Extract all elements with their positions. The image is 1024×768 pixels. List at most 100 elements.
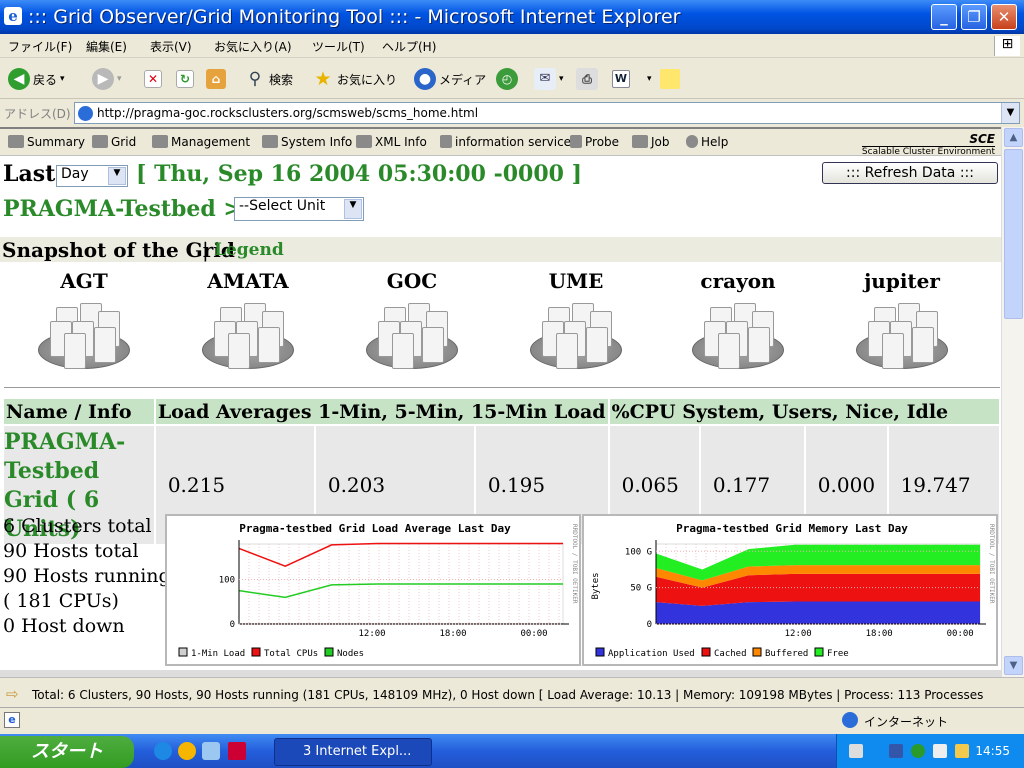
legend-swatch bbox=[752, 647, 762, 657]
x-tick-label: 00:00 bbox=[947, 629, 974, 639]
nav-information-service[interactable]: information service bbox=[440, 135, 571, 149]
cluster-name: AGT bbox=[60, 269, 108, 293]
nav-management[interactable]: Management bbox=[152, 135, 250, 149]
nav-grid-label: Grid bbox=[111, 135, 137, 149]
taskbar-ie-item[interactable]: 3 Internet Expl... bbox=[274, 738, 432, 766]
mail-button[interactable]: ✉ ▾ bbox=[534, 67, 564, 91]
mail-dropdown-icon[interactable]: ▾ bbox=[559, 74, 564, 84]
nav-xml-info[interactable]: XML Info bbox=[356, 135, 427, 149]
nav-summary-label: Summary bbox=[27, 135, 85, 149]
cluster-goc[interactable]: GOC bbox=[342, 269, 482, 373]
nav-grid[interactable]: Grid bbox=[92, 135, 136, 149]
legend-label: Total CPUs bbox=[264, 649, 318, 659]
home-button[interactable]: ⌂ bbox=[206, 67, 226, 91]
menu-bar: ファイル(F) 編集(E) 表示(V) お気に入り(A) ツール(T) ヘルプ(… bbox=[0, 34, 1024, 58]
refresh-button[interactable]: ↻ bbox=[176, 67, 194, 91]
chart-title: Pragma-testbed Grid Memory Last Day bbox=[676, 522, 908, 535]
legend-link[interactable]: Legend bbox=[214, 240, 284, 260]
menu-favorites[interactable]: お気に入り(A) bbox=[214, 38, 292, 55]
menu-view[interactable]: 表示(V) bbox=[150, 38, 192, 55]
start-button[interactable]: スタート bbox=[0, 736, 134, 768]
quicklaunch-ie-icon[interactable] bbox=[154, 742, 172, 760]
maximize-button[interactable]: ❐ bbox=[961, 4, 987, 30]
quicklaunch-media-icon[interactable] bbox=[178, 742, 196, 760]
cluster-jupiter[interactable]: jupiter bbox=[832, 269, 972, 373]
chart-title: Pragma-testbed Grid Load Average Last Da… bbox=[239, 522, 511, 535]
unit-select[interactable]: --Select Unit ▼ bbox=[234, 197, 364, 221]
address-input[interactable]: http://pragma-goc.rocksclusters.org/scms… bbox=[74, 102, 1020, 124]
scroll-thumb[interactable] bbox=[1004, 149, 1023, 319]
snapshot-title: Snapshot of the Grid bbox=[2, 238, 235, 262]
legend-label: Free bbox=[827, 649, 849, 659]
datetime-label: [ Thu, Sep 16 2004 05:30:00 -0000 ] bbox=[136, 161, 583, 187]
menu-file[interactable]: ファイル(F) bbox=[8, 38, 72, 55]
cluster-agt[interactable]: AGT bbox=[14, 269, 154, 373]
nav-job[interactable]: Job bbox=[632, 135, 670, 149]
vertical-scrollbar[interactable]: ▲ ▼ bbox=[1001, 127, 1024, 677]
cluster-ume[interactable]: UME bbox=[506, 269, 646, 373]
sce-logo: SCE Scalable Cluster Environment bbox=[861, 132, 995, 157]
toolbar: ◀ 戻る ▾ ▶ ▾ ✕ ↻ ⌂ ⚲ 検索 ★ お気に入り ● メディア ◴ ✉… bbox=[0, 59, 1024, 99]
note-icon bbox=[660, 69, 680, 89]
history-button[interactable]: ◴ bbox=[496, 67, 518, 91]
sce-long: Scalable Cluster Environment bbox=[861, 147, 995, 157]
nav-xml-info-label: XML Info bbox=[375, 135, 427, 149]
scroll-down-icon[interactable]: ▼ bbox=[1004, 656, 1023, 675]
period-value: Day bbox=[61, 166, 89, 182]
tray-user-icon[interactable] bbox=[911, 744, 925, 758]
edit-dropdown-icon[interactable]: ▾ bbox=[647, 74, 652, 84]
media-button[interactable]: ● メディア bbox=[414, 67, 486, 91]
cluster-crayon[interactable]: crayon bbox=[668, 269, 808, 373]
next-row-stub bbox=[0, 670, 1001, 677]
menu-edit[interactable]: 編集(E) bbox=[86, 38, 127, 55]
mail-icon: ✉ bbox=[534, 68, 556, 90]
period-select[interactable]: Day ▼ bbox=[56, 165, 128, 187]
legend-swatch bbox=[251, 647, 261, 657]
x-tick-label: 00:00 bbox=[520, 629, 547, 639]
back-button[interactable]: ◀ 戻る ▾ bbox=[8, 67, 65, 91]
address-dropdown-icon[interactable]: ▼ bbox=[1001, 103, 1019, 123]
grid-icon bbox=[92, 135, 108, 148]
scroll-up-icon[interactable]: ▲ bbox=[1004, 128, 1023, 147]
minimize-button[interactable]: _ bbox=[931, 4, 957, 30]
tray-app-icon[interactable] bbox=[889, 744, 903, 758]
home-icon: ⌂ bbox=[206, 69, 226, 89]
summary-icon bbox=[8, 135, 24, 148]
title-bar[interactable]: e ::: Grid Observer/Grid Monitoring Tool… bbox=[0, 0, 1024, 34]
ie-icon: e bbox=[4, 7, 22, 25]
grid-name[interactable]: PRAGMA-Testbed > bbox=[3, 196, 242, 222]
media-label: メディア bbox=[439, 72, 487, 87]
period-row: Last Day ▼ [ Thu, Sep 16 2004 05:30:00 -0… bbox=[0, 157, 1001, 191]
forward-dropdown-icon[interactable]: ▾ bbox=[117, 74, 122, 84]
menu-help[interactable]: ヘルプ(H) bbox=[382, 38, 436, 55]
tray-network-icon[interactable] bbox=[933, 744, 947, 758]
keyboard-icon[interactable] bbox=[849, 744, 863, 758]
legend-swatch bbox=[595, 647, 605, 657]
cluster-amata[interactable]: AMATA bbox=[178, 269, 318, 373]
nav-probe[interactable]: Probe bbox=[570, 135, 619, 149]
quicklaunch-app-icon[interactable] bbox=[228, 742, 246, 760]
nav-summary[interactable]: Summary bbox=[8, 135, 85, 149]
tray-security-icon[interactable] bbox=[955, 744, 969, 758]
page-icon bbox=[78, 106, 93, 121]
edit-button[interactable]: W ▾ bbox=[612, 67, 652, 91]
messenger-button[interactable] bbox=[660, 67, 680, 91]
nav-help[interactable]: Help bbox=[686, 135, 728, 149]
refresh-data-button[interactable]: ::: Refresh Data ::: bbox=[822, 162, 998, 184]
cluster-name: AMATA bbox=[207, 269, 289, 293]
legend-swatch bbox=[324, 647, 334, 657]
stop-button[interactable]: ✕ bbox=[144, 67, 162, 91]
info-clusters: 6 Clusters total bbox=[3, 515, 152, 537]
nav-system-info[interactable]: System Info bbox=[262, 135, 352, 149]
quicklaunch-desktop-icon[interactable] bbox=[202, 742, 220, 760]
forward-button[interactable]: ▶ ▾ bbox=[92, 67, 122, 91]
print-button[interactable]: ⎙ bbox=[576, 67, 598, 91]
cluster-name: GOC bbox=[386, 269, 438, 293]
close-button[interactable]: ✕ bbox=[991, 4, 1017, 30]
menu-tools[interactable]: ツール(T) bbox=[312, 38, 365, 55]
favorites-button[interactable]: ★ お気に入り bbox=[312, 67, 397, 91]
back-dropdown-icon[interactable]: ▾ bbox=[60, 74, 65, 84]
info-down: 0 Host down bbox=[3, 615, 125, 637]
search-button[interactable]: ⚲ 検索 bbox=[244, 67, 293, 91]
unit-dropdown-icon: ▼ bbox=[344, 199, 362, 219]
